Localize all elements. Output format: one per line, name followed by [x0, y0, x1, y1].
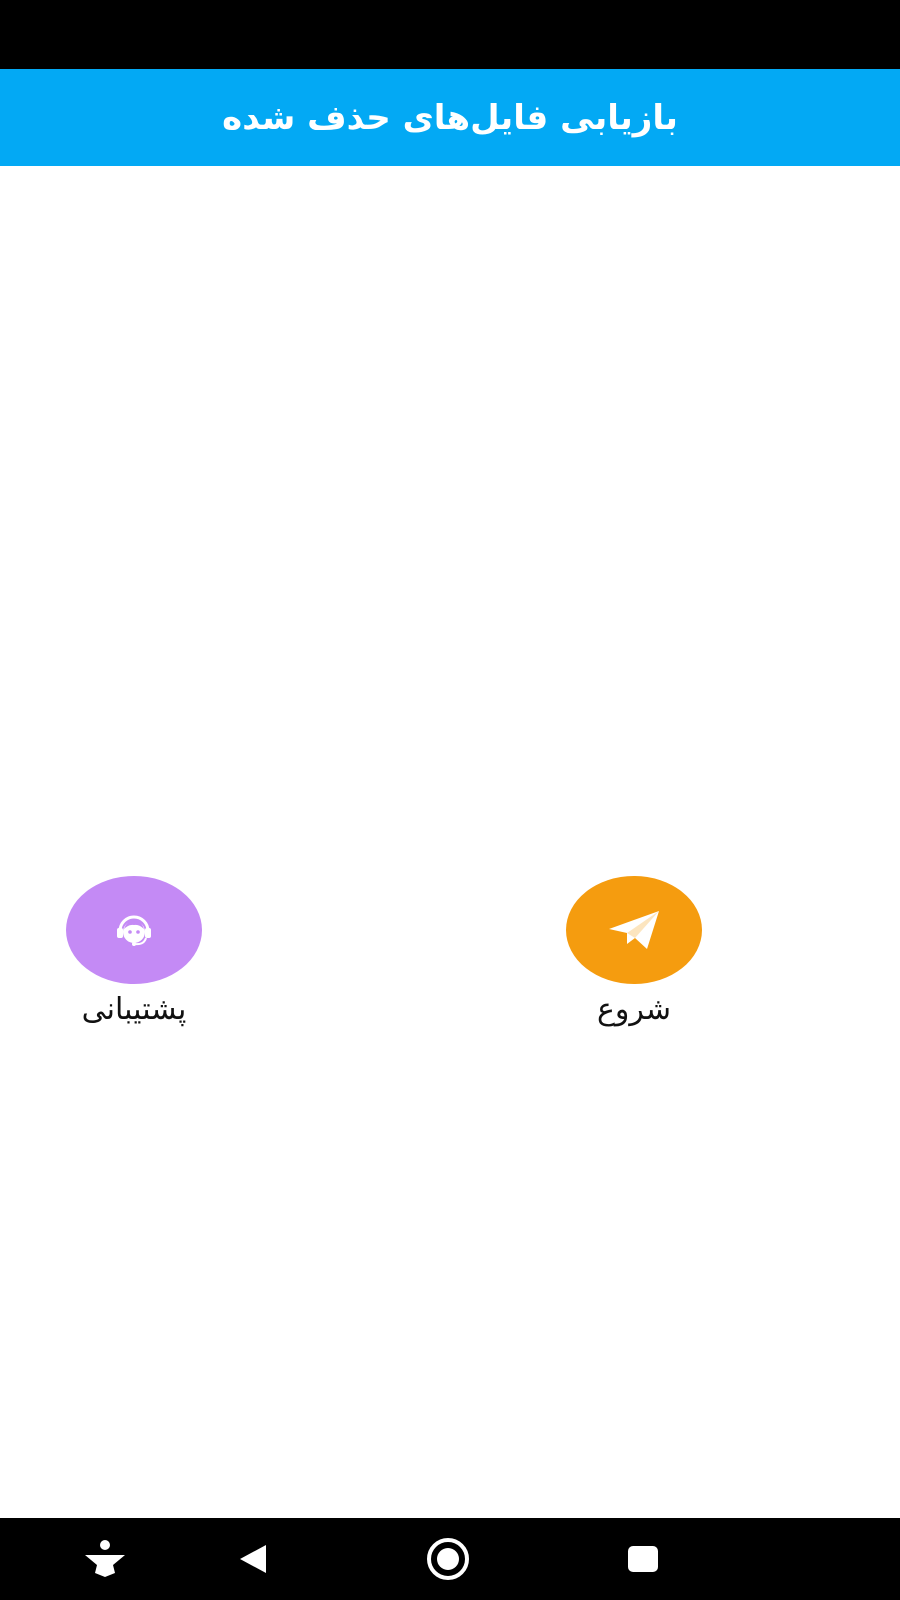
accessibility-icon: [85, 1540, 125, 1577]
paper-plane-icon: [609, 911, 659, 949]
support-button[interactable]: پشتیبانی: [44, 876, 224, 1027]
system-navigation-bar: [0, 1518, 900, 1600]
start-circle[interactable]: [566, 876, 702, 984]
home-icon: [427, 1538, 469, 1580]
support-circle[interactable]: [66, 876, 202, 984]
app-bar: بازیابی فایل‌های حذف شده: [0, 69, 900, 166]
home-button[interactable]: [413, 1518, 483, 1600]
app-screen: بازیابی فایل‌های حذف شده پشتیبانی: [0, 0, 900, 1600]
recents-icon: [628, 1546, 658, 1572]
back-button[interactable]: [218, 1518, 288, 1600]
status-bar: [0, 0, 900, 69]
back-icon: [240, 1545, 266, 1573]
start-button[interactable]: شروع: [544, 876, 724, 1027]
start-label[interactable]: شروع: [597, 992, 671, 1027]
accessibility-button[interactable]: [70, 1518, 140, 1600]
support-agent-icon: [117, 915, 151, 946]
main-content: پشتیبانی شروع: [0, 166, 900, 1518]
support-label[interactable]: پشتیبانی: [82, 992, 187, 1027]
app-title: بازیابی فایل‌های حذف شده: [222, 97, 678, 138]
recents-button[interactable]: [608, 1518, 678, 1600]
